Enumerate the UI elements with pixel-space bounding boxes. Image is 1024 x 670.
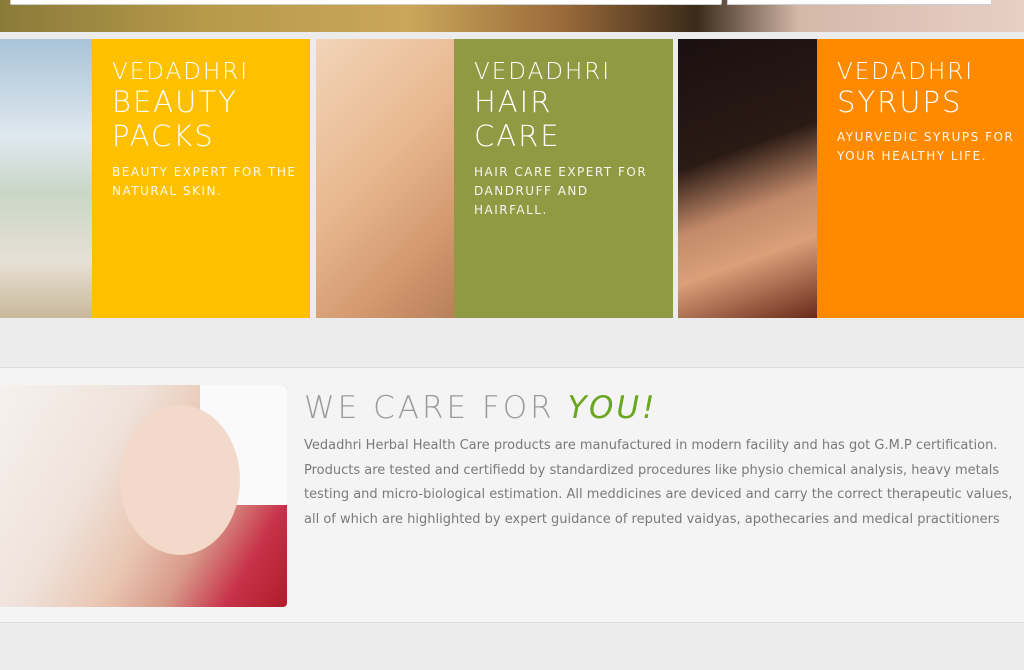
- tile-desc-line: DANDRUFF AND: [474, 184, 589, 198]
- hair-panel: VEDADHRI HAIR CARE HAIR CARE EXPERT FOR …: [454, 39, 673, 318]
- tile-desc-line: AYURVEDIC SYRUPS FOR: [837, 130, 1015, 144]
- tile-title-line2: PACKS: [112, 119, 215, 153]
- tile-title: HAIR CARE: [474, 85, 561, 153]
- tile-title: SYRUPS: [837, 85, 962, 119]
- care-heading-accent: YOU!: [567, 390, 658, 426]
- top-banner-strip: [0, 0, 1024, 32]
- tile-title-line1: BEAUTY: [112, 85, 238, 119]
- tile-description: AYURVEDIC SYRUPS FOR YOUR HEALTHY LIFE.: [837, 128, 1014, 166]
- care-line: Products are tested and certifiedd by st…: [304, 462, 1000, 478]
- tile-desc-line: NATURAL SKIN.: [112, 184, 223, 198]
- product-tiles: VEDADHRI BEAUTY PACKS BEAUTY EXPERT FOR …: [0, 39, 1024, 318]
- syrups-panel: VEDADHRI SYRUPS AYURVEDIC SYRUPS FOR YOU…: [817, 39, 1024, 318]
- face-shape: [120, 405, 240, 555]
- tile-brand: VEDADHRI: [474, 59, 612, 85]
- tile-description: BEAUTY EXPERT FOR THE NATURAL SKIN.: [112, 163, 296, 201]
- beauty-panel: VEDADHRI BEAUTY PACKS BEAUTY EXPERT FOR …: [92, 39, 310, 318]
- tile-desc-line: HAIR CARE EXPERT FOR: [474, 165, 648, 179]
- tile-description: HAIR CARE EXPERT FOR DANDRUFF AND HAIRFA…: [474, 163, 647, 220]
- tile-desc-line: HAIRFALL.: [474, 203, 548, 217]
- we-care-section: WE CARE FOR YOU! Vedadhri Herbal Health …: [0, 368, 1024, 622]
- tile-syrups[interactable]: VEDADHRI SYRUPS AYURVEDIC SYRUPS FOR YOU…: [678, 39, 1024, 318]
- page-bottom-area: [0, 623, 1024, 670]
- spa-woman-photo: [0, 385, 287, 607]
- tile-title-line1: HAIR: [474, 85, 553, 119]
- care-line: Vedadhri Herbal Health Care products are…: [304, 438, 998, 453]
- tile-title-line2: CARE: [474, 119, 561, 153]
- hair-care-photo: [316, 39, 454, 318]
- syrups-model-photo: [678, 39, 817, 318]
- care-line: all of which are highlighted by expert g…: [304, 511, 1000, 527]
- beauty-products-photo: [0, 39, 92, 318]
- care-heading: WE CARE FOR YOU!: [304, 390, 657, 426]
- top-banner-box-right: [727, 0, 992, 5]
- top-banner-box-left: [10, 0, 722, 5]
- tile-title-line1: SYRUPS: [837, 85, 963, 119]
- care-line: testing and micro-biological estimation.…: [304, 487, 1013, 502]
- tile-beauty-packs[interactable]: VEDADHRI BEAUTY PACKS BEAUTY EXPERT FOR …: [0, 39, 310, 318]
- tile-hair-care[interactable]: VEDADHRI HAIR CARE HAIR CARE EXPERT FOR …: [316, 39, 673, 318]
- tile-brand: VEDADHRI: [112, 59, 250, 85]
- care-paragraph: Vedadhri Herbal Health Care products are…: [304, 434, 1014, 532]
- tile-brand: VEDADHRI: [837, 59, 975, 85]
- tile-desc-line: YOUR HEALTHY LIFE.: [837, 149, 987, 163]
- care-heading-plain: WE CARE FOR: [304, 390, 568, 426]
- tile-title: BEAUTY PACKS: [112, 85, 238, 153]
- tile-desc-line: BEAUTY EXPERT FOR THE: [112, 165, 297, 179]
